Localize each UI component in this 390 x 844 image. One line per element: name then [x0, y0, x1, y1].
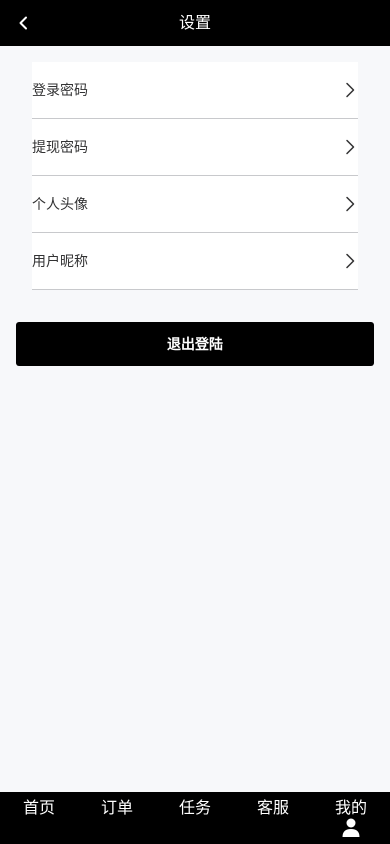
- tab-home[interactable]: 首页: [0, 792, 78, 844]
- settings-item-nickname[interactable]: 用户昵称: [32, 233, 358, 290]
- nav-bar: 设置: [0, 0, 390, 46]
- tab-bar: 首页 订单 任务 客服 我的: [0, 792, 390, 844]
- chevron-right-icon: [342, 196, 358, 212]
- page-title: 设置: [178, 13, 211, 32]
- settings-item-label: 个人头像: [32, 197, 88, 213]
- person-icon: [342, 818, 360, 837]
- logout-button[interactable]: 退出登陆: [16, 322, 374, 366]
- tab-label: 订单: [100, 798, 133, 817]
- tab-orders[interactable]: 订单: [78, 792, 156, 844]
- tab-customer-service[interactable]: 客服: [234, 792, 312, 844]
- chevron-right-icon: [342, 253, 358, 269]
- settings-list: 登录密码 提现密码 个人头像 用户昵称: [32, 62, 358, 290]
- settings-item-login-password[interactable]: 登录密码: [32, 62, 358, 119]
- settings-item-label: 登录密码: [32, 83, 88, 99]
- chevron-right-icon: [342, 82, 358, 98]
- tab-label: 我的: [334, 798, 367, 817]
- tab-label: 首页: [22, 798, 55, 817]
- tab-label: 任务: [178, 798, 211, 817]
- chevron-right-icon: [342, 139, 358, 155]
- settings-item-withdraw-password[interactable]: 提现密码: [32, 119, 358, 176]
- tab-label: 客服: [256, 798, 289, 817]
- settings-item-label: 提现密码: [32, 140, 88, 156]
- tab-tasks[interactable]: 任务: [156, 792, 234, 844]
- tab-mine[interactable]: 我的: [312, 792, 390, 844]
- settings-item-avatar[interactable]: 个人头像: [32, 176, 358, 233]
- settings-item-label: 用户昵称: [32, 254, 88, 270]
